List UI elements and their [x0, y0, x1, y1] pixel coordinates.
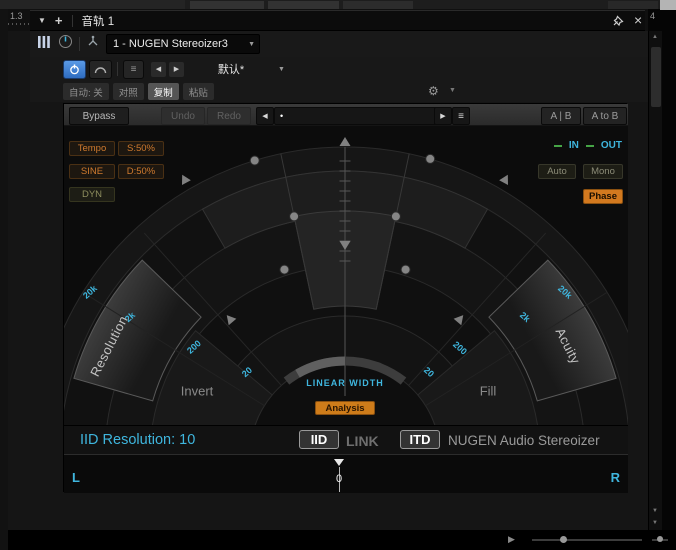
undo-button[interactable]: Undo: [161, 107, 205, 125]
depth-amount-button[interactable]: D:50%: [118, 164, 164, 179]
top-strip: [0, 0, 676, 10]
in-label[interactable]: IN: [569, 140, 579, 151]
h-scroll-play-icon[interactable]: ▶: [508, 534, 515, 545]
a-to-b-button[interactable]: A to B: [583, 107, 627, 125]
tab-paste[interactable]: 粘贴: [182, 83, 214, 100]
scrollbar-thumb[interactable]: [651, 47, 661, 107]
preset-row: ≡ ◀ ▶ 默认* ▼: [30, 57, 648, 81]
pan-knob-icon[interactable]: [58, 34, 73, 54]
zoom-slider-thumb[interactable]: [657, 536, 663, 542]
pan-value: 0: [335, 473, 343, 485]
preset-display-field[interactable]: •: [274, 107, 439, 125]
plugin-toolbar: Bypass Undo Redo ◀ • ▶ ≡ A | B A to B: [64, 104, 628, 126]
top-strip-block: [268, 1, 339, 9]
pan-left-label: L: [72, 470, 80, 485]
track-name[interactable]: 音轨 1: [82, 13, 115, 29]
link-button[interactable]: LINK: [346, 433, 379, 449]
prev-preset-button[interactable]: ◀: [151, 61, 166, 77]
mixer-icon[interactable]: [36, 35, 52, 54]
in-led: [553, 144, 562, 147]
bottom-bar: ▶: [8, 530, 676, 550]
divider: [71, 14, 73, 27]
track-header-bar: ▼ + 音轨 1 ×: [30, 10, 645, 31]
plugin-window: Bypass Undo Redo ◀ • ▶ ≡ A | B A to B Te…: [63, 103, 628, 493]
out-label[interactable]: OUT: [601, 140, 622, 151]
tab-compare[interactable]: 对照: [112, 83, 144, 100]
add-track-icon[interactable]: +: [55, 13, 63, 28]
next-preset-button[interactable]: ▶: [169, 61, 184, 77]
phase-button[interactable]: Phase: [583, 189, 623, 204]
event-list-button[interactable]: ≡: [123, 59, 144, 79]
mono-button[interactable]: Mono: [583, 164, 623, 179]
preset-prev-button[interactable]: ◀: [256, 107, 274, 125]
collapse-icon[interactable]: ▼: [38, 16, 46, 25]
vertical-scrollbar[interactable]: ▲ ▼ ▼: [648, 31, 662, 530]
scroll-down-icon[interactable]: ▼: [652, 520, 658, 526]
preset-menu-button[interactable]: ≡: [452, 107, 470, 125]
gear-icon[interactable]: ⚙: [428, 84, 439, 98]
parameter-readout: IID Resolution: 10: [80, 432, 196, 448]
left-edge: [0, 9, 8, 550]
itd-button[interactable]: ITD: [400, 430, 440, 449]
top-strip-corner: [660, 0, 676, 10]
analysis-button[interactable]: Analysis: [315, 401, 375, 415]
scroll-down-icon[interactable]: ▼: [652, 508, 658, 514]
h-scrollbar-thumb[interactable]: [560, 536, 567, 543]
tempo-button[interactable]: Tempo: [69, 141, 115, 156]
top-strip-block: [190, 1, 264, 9]
sync-amount-button[interactable]: S:50%: [118, 141, 164, 156]
chevron-down-icon: ▼: [248, 40, 255, 48]
brand-label: NUGEN Audio Stereoizer: [448, 433, 600, 448]
pin-icon[interactable]: [612, 14, 625, 32]
pan-strip[interactable]: L R 0: [64, 454, 628, 493]
close-icon[interactable]: ×: [634, 12, 642, 28]
io-meters: IN OUT: [553, 140, 622, 151]
divider: [117, 62, 118, 76]
bypass-icon-button[interactable]: [89, 59, 112, 79]
preset-dot: •: [280, 111, 284, 121]
redo-button[interactable]: Redo: [207, 107, 251, 125]
routing-icon[interactable]: [86, 35, 100, 54]
tab-automation[interactable]: 自动: 关: [63, 83, 109, 100]
top-strip-block: [608, 1, 658, 9]
stereoizer-display: Tempo S:50% SINE D:50% DYN IN OUT Auto M…: [64, 126, 628, 425]
top-strip-block: [343, 1, 413, 9]
pan-right-label: R: [610, 470, 620, 485]
ab-compare-button[interactable]: A | B: [541, 107, 581, 125]
dyn-button[interactable]: DYN: [69, 187, 115, 202]
settings-caret-icon[interactable]: ▼: [449, 87, 456, 94]
iid-button[interactable]: IID: [299, 430, 339, 449]
plugin-slot-row: 1 - NUGEN Stereoizer3 ▼: [30, 31, 648, 57]
screen: { "colors": { "accent_cyan": "#3fb6de", …: [0, 0, 676, 550]
top-strip-block: [0, 0, 185, 9]
h-scrollbar-track[interactable]: [532, 539, 642, 541]
auto-button[interactable]: Auto: [538, 164, 576, 179]
ruler-mark-right: 4: [650, 11, 656, 21]
power-button[interactable]: [63, 59, 86, 79]
width-mode-label[interactable]: LINEAR WIDTH: [306, 378, 384, 388]
preset-next-button[interactable]: ▶: [434, 107, 452, 125]
preset-caret-icon[interactable]: ▼: [278, 66, 285, 73]
preset-name-field[interactable]: 默认*: [187, 61, 275, 78]
edit-row: 自动: 关 对照 复制 粘贴 ⚙ ▼: [30, 81, 648, 102]
out-led: [585, 144, 594, 147]
plugin-slot-label: 1 - NUGEN Stereoizer3: [113, 38, 228, 50]
invert-label[interactable]: Invert: [181, 384, 214, 399]
ruler-mark-left: 1.3: [10, 11, 23, 21]
preset-name: 默认*: [217, 64, 245, 76]
sine-button[interactable]: SINE: [69, 164, 115, 179]
plugin-slot-select[interactable]: 1 - NUGEN Stereoizer3 ▼: [106, 34, 260, 54]
pan-marker-triangle[interactable]: [334, 459, 344, 466]
tab-copy[interactable]: 复制: [147, 83, 179, 100]
fill-label[interactable]: Fill: [480, 384, 497, 399]
plugin-status-bar: IID Resolution: 10 IID LINK ITD NUGEN Au…: [64, 425, 628, 454]
scroll-up-icon[interactable]: ▲: [652, 34, 658, 40]
bypass-button[interactable]: Bypass: [69, 107, 129, 125]
divider: [79, 37, 80, 51]
